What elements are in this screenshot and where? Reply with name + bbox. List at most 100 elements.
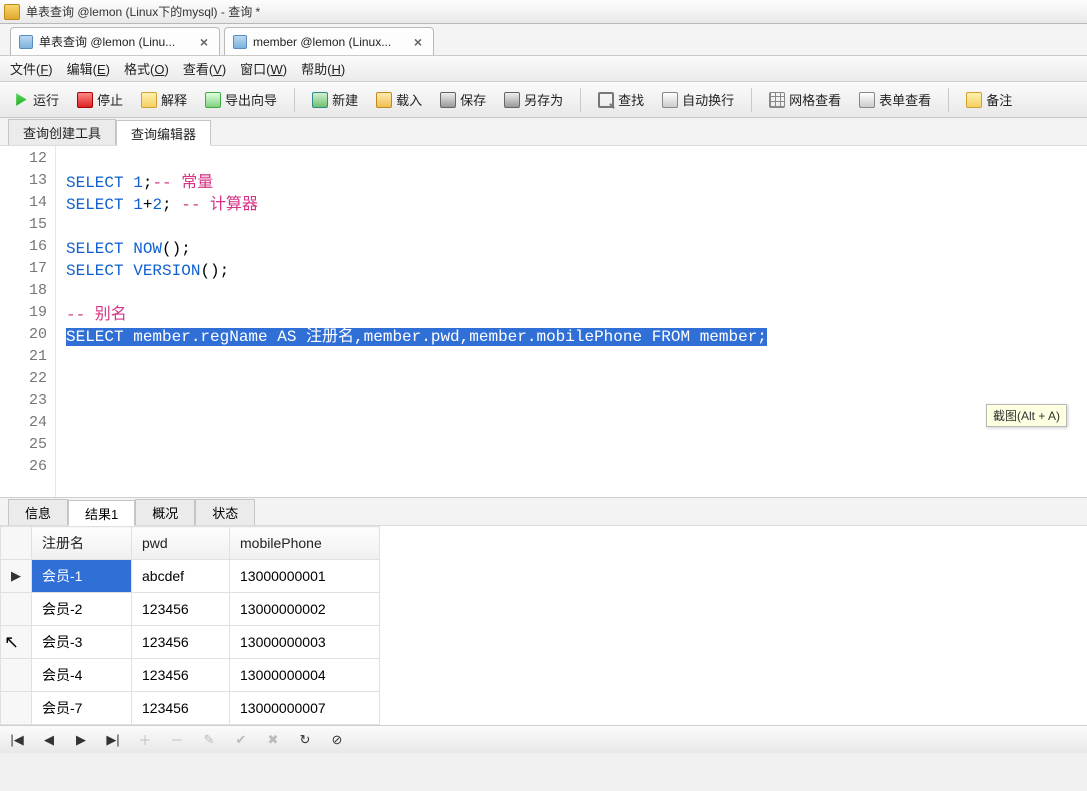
title-bar: 单表查询 @lemon (Linux下的mysql) - 查询 *	[0, 0, 1087, 24]
code-line[interactable]: SELECT 1;-- 常量	[66, 172, 1081, 194]
export-icon	[205, 92, 221, 108]
cell[interactable]: 会员-1	[32, 560, 132, 593]
code-line[interactable]: SELECT member.regName AS 注册名,member.pwd,…	[66, 326, 1081, 348]
result-grid[interactable]: 注册名pwdmobilePhone▶会员-1abcdef13000000001会…	[0, 526, 1087, 725]
nav-refresh[interactable]: ↻	[298, 733, 312, 747]
code-line[interactable]: SELECT 1+2; -- 计算器	[66, 194, 1081, 216]
row-marker-header	[1, 527, 32, 560]
tab-status[interactable]: 状态	[195, 499, 255, 525]
tab-query-editor[interactable]: 查询编辑器	[116, 120, 211, 146]
code-line[interactable]	[66, 370, 1081, 392]
tab-result1[interactable]: 结果1	[68, 500, 135, 526]
code-line[interactable]	[66, 216, 1081, 238]
floppy-arrow-icon	[504, 92, 520, 108]
table-row[interactable]: 会员-412345613000000004	[1, 659, 380, 692]
menu-f[interactable]: 文件(F)	[10, 59, 53, 78]
sql-editor[interactable]: 121314151617181920212223242526 SELECT 1;…	[0, 146, 1087, 498]
cell[interactable]: 13000000002	[230, 593, 380, 626]
table-row[interactable]: 会员-212345613000000002	[1, 593, 380, 626]
nav-add[interactable]: ＋	[138, 733, 152, 747]
cell[interactable]: 13000000001	[230, 560, 380, 593]
nav-prev[interactable]: ◀	[42, 733, 56, 747]
nav-next[interactable]: ▶	[74, 733, 88, 747]
note-button[interactable]: 备注	[959, 86, 1019, 113]
nav-delete[interactable]: －	[170, 733, 184, 747]
line-number: 22	[0, 370, 55, 392]
nav-first[interactable]: |◀	[10, 733, 24, 747]
app-icon	[4, 4, 20, 20]
export-wizard-button[interactable]: 导出向导	[198, 86, 284, 113]
column-header[interactable]: 注册名	[32, 527, 132, 560]
line-number-gutter: 121314151617181920212223242526	[0, 146, 56, 497]
column-header[interactable]: pwd	[132, 527, 230, 560]
nav-last[interactable]: ▶|	[106, 733, 120, 747]
table-row[interactable]: 会员-712345613000000007	[1, 692, 380, 725]
find-button[interactable]: 查找	[591, 86, 651, 113]
menu-v[interactable]: 查看(V)	[183, 59, 226, 78]
cell[interactable]: 13000000004	[230, 659, 380, 692]
line-number: 20	[0, 326, 55, 348]
form-view-button[interactable]: 表单查看	[852, 86, 938, 113]
run-icon	[13, 92, 29, 108]
close-icon[interactable]: ×	[411, 35, 425, 49]
table-row[interactable]: 会员-312345613000000003	[1, 626, 380, 659]
doctab-0[interactable]: 单表查询 @lemon (Linu... ×	[10, 27, 220, 55]
menu-w[interactable]: 窗口(W)	[240, 59, 287, 78]
nav-stop[interactable]: ⊘	[330, 733, 344, 747]
line-number: 16	[0, 238, 55, 260]
menu-bar: 文件(F) 编辑(E) 格式(O) 查看(V) 窗口(W) 帮助(H)	[0, 56, 1087, 82]
explain-button[interactable]: 解释	[134, 86, 194, 113]
load-button[interactable]: 载入	[369, 86, 429, 113]
separator	[751, 88, 752, 112]
code-line[interactable]	[66, 392, 1081, 414]
cell[interactable]: 123456	[132, 659, 230, 692]
cell[interactable]: 123456	[132, 692, 230, 725]
stop-button[interactable]: 停止	[70, 86, 130, 113]
new-button[interactable]: 新建	[305, 86, 365, 113]
table-row[interactable]: ▶会员-1abcdef13000000001	[1, 560, 380, 593]
column-header[interactable]: mobilePhone	[230, 527, 380, 560]
menu-o[interactable]: 格式(O)	[124, 59, 169, 78]
cell[interactable]: 123456	[132, 626, 230, 659]
code-area[interactable]: SELECT 1;-- 常量SELECT 1+2; -- 计算器 SELECT …	[56, 146, 1087, 497]
tab-info[interactable]: 信息	[8, 499, 68, 525]
tab-profile[interactable]: 概况	[135, 499, 195, 525]
doctab-1[interactable]: member @lemon (Linux... ×	[224, 27, 434, 55]
line-number: 14	[0, 194, 55, 216]
code-line[interactable]	[66, 282, 1081, 304]
cell[interactable]: 13000000007	[230, 692, 380, 725]
code-line[interactable]: SELECT VERSION();	[66, 260, 1081, 282]
nav-cancel[interactable]: ✖	[266, 733, 280, 747]
run-button[interactable]: 运行	[6, 86, 66, 113]
code-line[interactable]: SELECT NOW();	[66, 238, 1081, 260]
nav-edit[interactable]: ✎	[202, 733, 216, 747]
saveas-button[interactable]: 另存为	[497, 86, 570, 113]
line-number: 23	[0, 392, 55, 414]
cell[interactable]: 会员-4	[32, 659, 132, 692]
search-icon	[598, 92, 614, 108]
code-line[interactable]	[66, 414, 1081, 436]
close-icon[interactable]: ×	[197, 35, 211, 49]
row-marker	[1, 692, 32, 725]
code-line[interactable]	[66, 150, 1081, 172]
cell[interactable]: 会员-3	[32, 626, 132, 659]
line-number: 15	[0, 216, 55, 238]
cell[interactable]: 13000000003	[230, 626, 380, 659]
tab-query-builder[interactable]: 查询创建工具	[8, 119, 116, 145]
code-line[interactable]	[66, 348, 1081, 370]
cell[interactable]: abcdef	[132, 560, 230, 593]
cell[interactable]: 会员-2	[32, 593, 132, 626]
grid-view-button[interactable]: 网格查看	[762, 86, 848, 113]
code-line[interactable]	[66, 458, 1081, 480]
cell[interactable]: 会员-7	[32, 692, 132, 725]
doctab-0-label: 单表查询 @lemon (Linu...	[39, 33, 191, 50]
menu-h[interactable]: 帮助(H)	[301, 59, 345, 78]
save-button[interactable]: 保存	[433, 86, 493, 113]
code-line[interactable]: -- 别名	[66, 304, 1081, 326]
code-line[interactable]	[66, 436, 1081, 458]
cell[interactable]: 123456	[132, 593, 230, 626]
nav-accept[interactable]: ✔	[234, 733, 248, 747]
menu-e[interactable]: 编辑(E)	[67, 59, 110, 78]
wordwrap-button[interactable]: 自动换行	[655, 86, 741, 113]
screenshot-tooltip: 截图(Alt + A)	[986, 404, 1067, 427]
